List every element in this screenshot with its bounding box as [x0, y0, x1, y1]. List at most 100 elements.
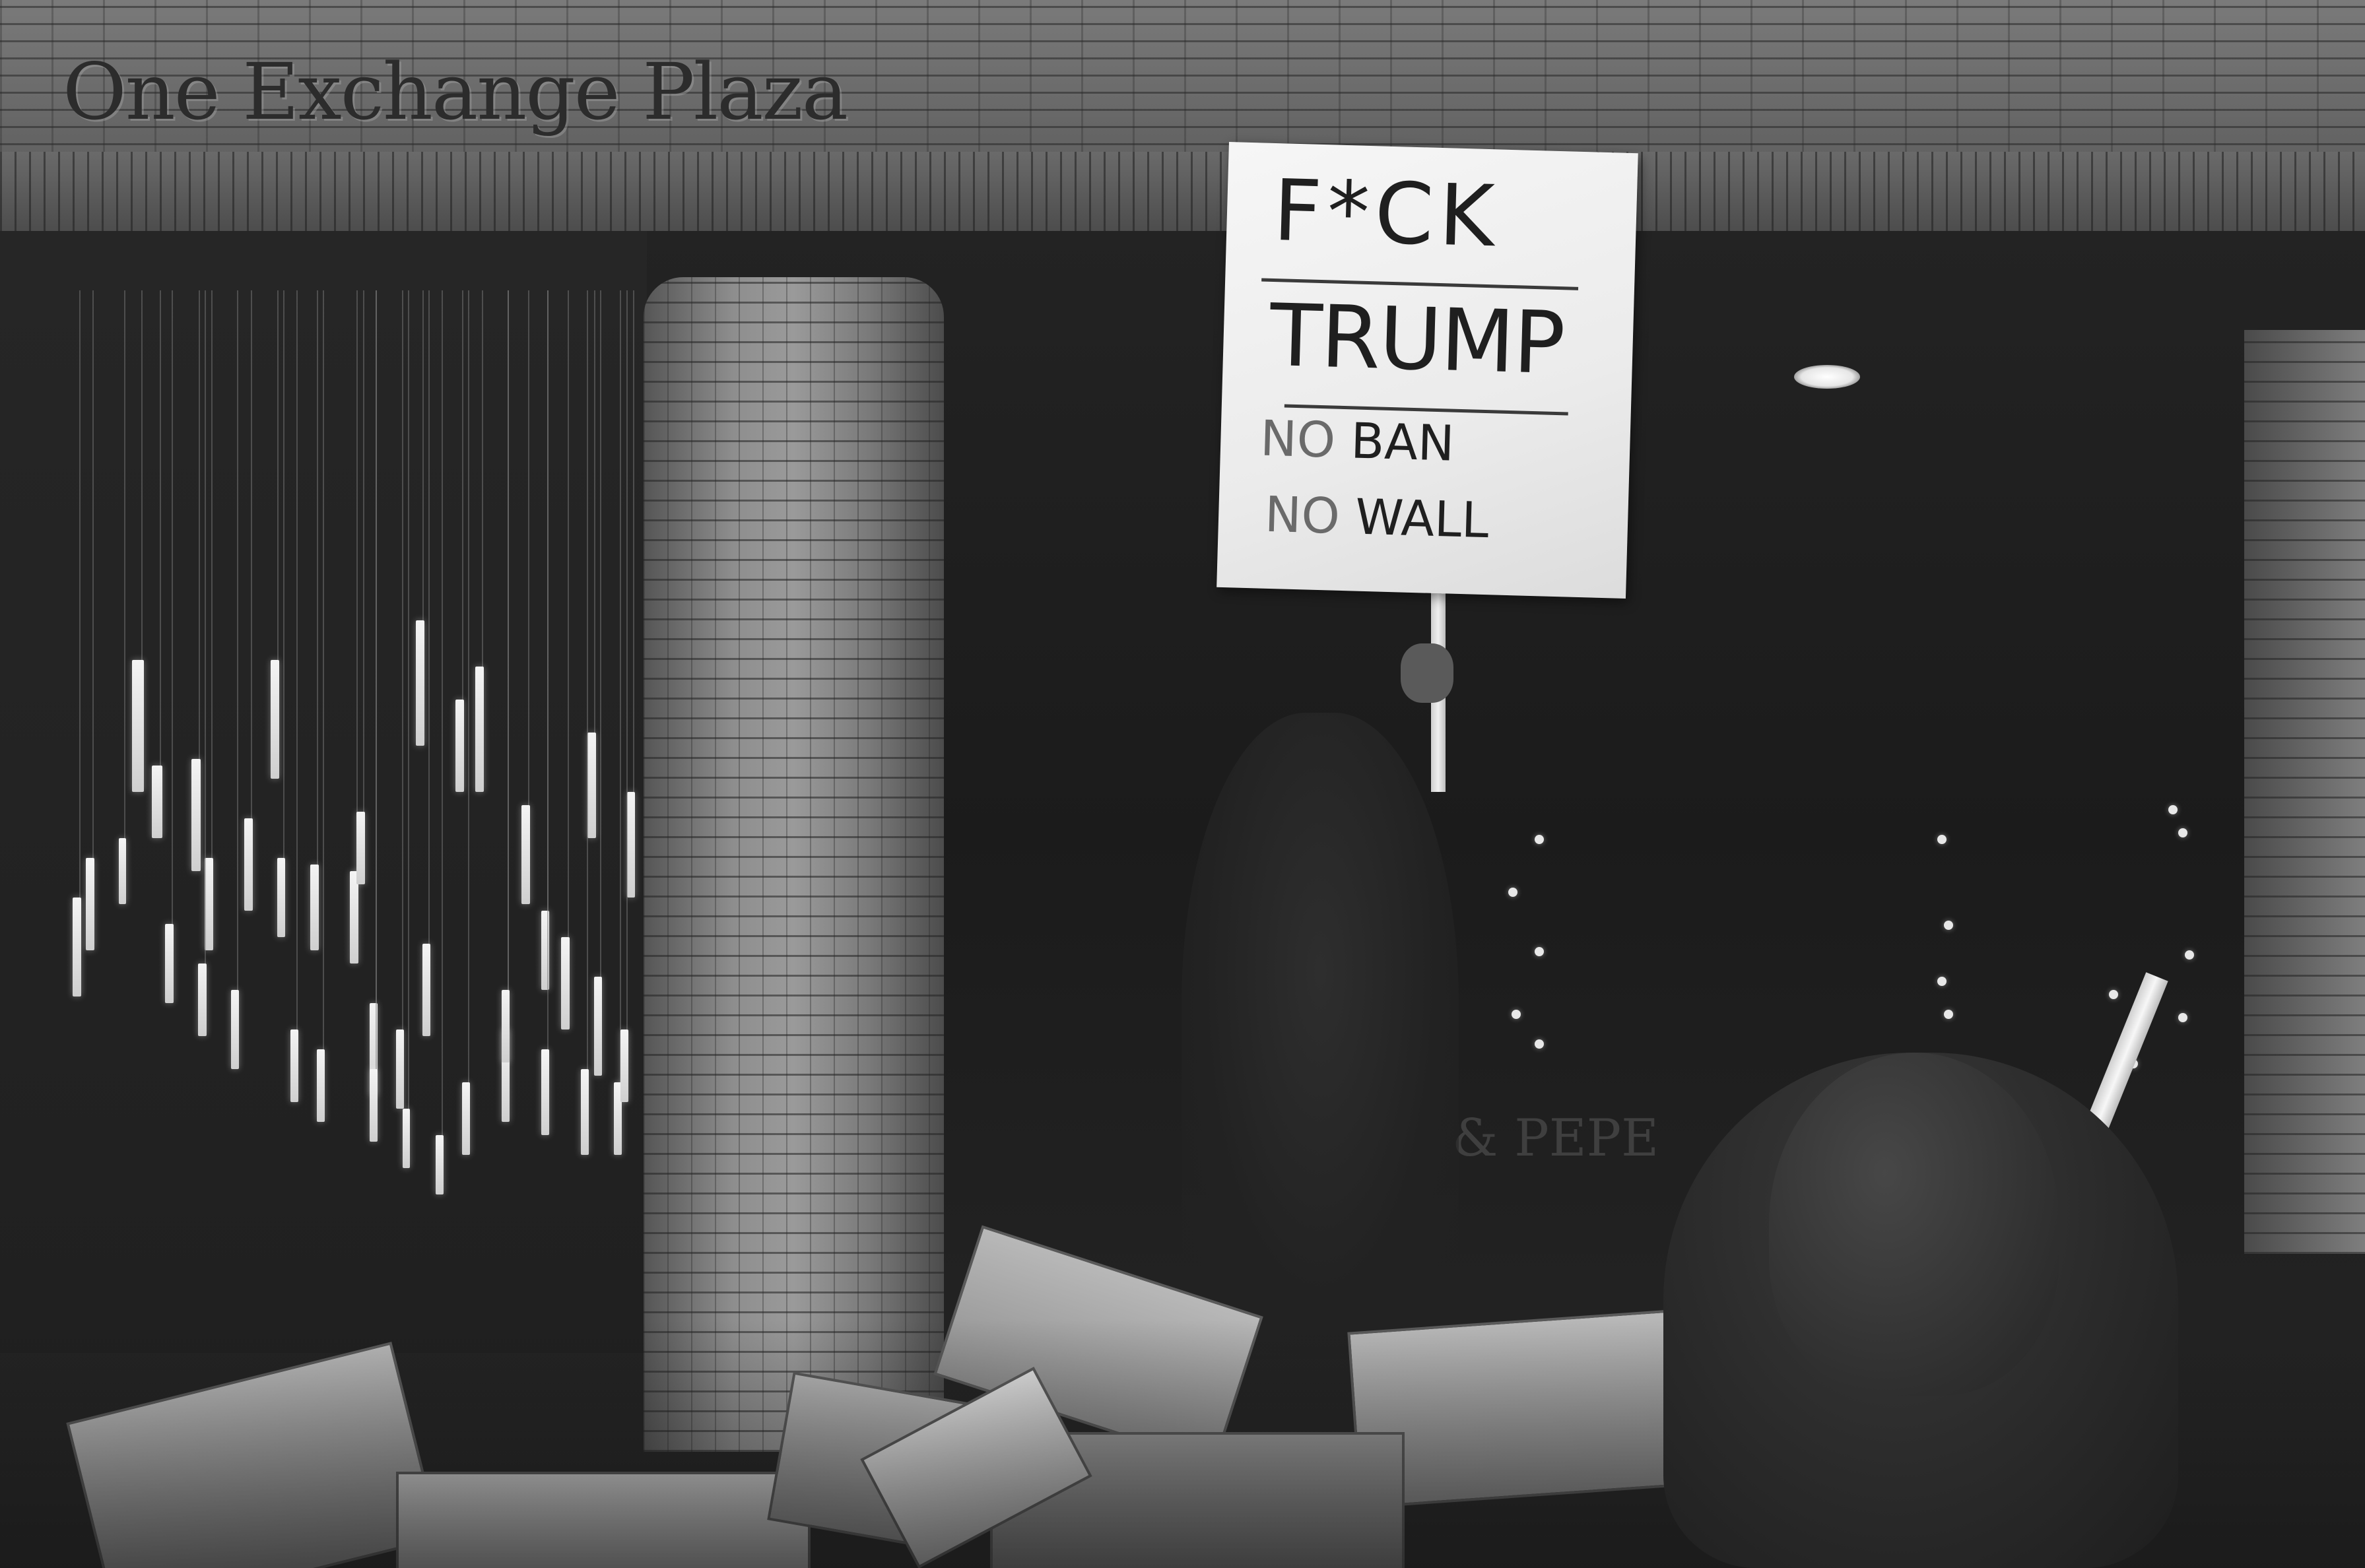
- pendant-wire: [317, 290, 318, 865]
- pendant-wire: [363, 290, 364, 812]
- pendant-wire: [402, 290, 403, 1029]
- sign-word: BAN: [1350, 412, 1455, 473]
- pendant-wire: [568, 290, 569, 937]
- pendant-light: [119, 838, 126, 904]
- pendant-wire: [547, 290, 549, 1049]
- protester-silhouette: [1182, 713, 1459, 1359]
- pendant-wire: [172, 290, 173, 924]
- pendant-wire: [92, 290, 94, 858]
- sign-line-4: NO WALL: [1264, 486, 1490, 549]
- pendant-wire: [296, 290, 298, 1029]
- pendant-light: [416, 620, 425, 746]
- sign-line-3: NO BAN: [1259, 410, 1455, 473]
- reflected-light-dot: [1508, 888, 1517, 897]
- pendant-wire: [422, 290, 424, 620]
- reflected-light-dot: [1944, 1010, 1953, 1019]
- pendant-wire: [633, 290, 634, 792]
- reflected-light-dot: [1944, 921, 1953, 930]
- sign-line-1: F*CK: [1272, 161, 1501, 267]
- pendant-wire: [79, 290, 81, 898]
- pendant-wire: [323, 290, 324, 1049]
- pendant-wire: [626, 290, 628, 1029]
- sign-line-2: TRUMP: [1268, 284, 1566, 394]
- pendant-light: [198, 964, 207, 1036]
- window-lettering: & PEPE: [1452, 1109, 1659, 1168]
- pendant-wire: [620, 290, 621, 1082]
- reflected-light-dot: [1535, 1039, 1544, 1049]
- pendant-light: [132, 660, 144, 792]
- pendant-light: [462, 1082, 470, 1155]
- reflected-light-dot: [1535, 835, 1544, 844]
- pendant-light: [403, 1109, 410, 1168]
- pendant-wire: [205, 290, 206, 964]
- sign-faint-word: NO: [1264, 486, 1341, 545]
- pendant-light: [627, 792, 635, 898]
- pendant-wire: [442, 290, 443, 1135]
- reflected-light-dot: [1937, 835, 1947, 844]
- pendant-wire: [428, 290, 430, 944]
- facade-band: [0, 152, 2365, 231]
- reflected-light-dot: [2185, 950, 2194, 960]
- pendant-light: [191, 759, 201, 871]
- pendant-wire: [600, 290, 601, 977]
- ceiling-light: [1794, 365, 1860, 389]
- protest-sign: F*CK TRUMP NO BAN NO WALL: [1216, 142, 1638, 599]
- pendant-light: [370, 1069, 378, 1142]
- pendant-light: [290, 1029, 298, 1102]
- pendant-light: [455, 700, 465, 792]
- pendant-light: [310, 865, 319, 950]
- pendant-wire: [160, 290, 161, 766]
- pendant-light: [620, 1029, 628, 1102]
- pendant-light: [317, 1049, 325, 1122]
- pendant-light: [502, 990, 510, 1062]
- reflected-light-dot: [2168, 805, 2178, 814]
- pendant-light: [86, 858, 95, 950]
- reflected-light-dot: [1937, 977, 1947, 986]
- protest-photo: One Exchange Plaza & PEPE F*CK TRUMP NO …: [0, 0, 2365, 1568]
- pendant-light: [581, 1069, 589, 1155]
- right-brick-pillar: [2244, 330, 2365, 1254]
- pendant-light: [165, 924, 174, 1003]
- sign-word: WALL: [1354, 488, 1490, 550]
- pendant-light: [152, 766, 162, 838]
- pendant-light: [521, 805, 531, 904]
- pendant-light: [436, 1135, 444, 1194]
- sign-faint-word: NO: [1259, 410, 1337, 469]
- pendant-wire: [211, 290, 213, 858]
- pendant-wire: [594, 290, 595, 733]
- reflected-light-dot: [1512, 1010, 1521, 1019]
- building-name-sign: One Exchange Plaza: [63, 46, 848, 137]
- pendant-light: [73, 898, 82, 996]
- pendant-light: [594, 977, 602, 1076]
- pendant-light: [561, 937, 570, 1029]
- reflected-light-dot: [2178, 828, 2187, 837]
- hood: [1769, 1053, 2059, 1396]
- pendant-wire: [408, 290, 409, 1109]
- pendant-wire: [587, 290, 588, 1069]
- pendant-light: [271, 660, 280, 779]
- pendant-light: [422, 944, 430, 1036]
- pendant-light: [277, 858, 285, 937]
- pendant-wire: [199, 290, 200, 759]
- pendant-light: [350, 871, 359, 964]
- pendant-wire: [482, 290, 483, 667]
- reflected-light-dot: [2178, 1013, 2187, 1022]
- pendant-wire: [283, 290, 284, 858]
- pendant-wire: [124, 290, 125, 838]
- pendant-wire: [508, 290, 509, 990]
- pendant-light: [244, 818, 253, 911]
- pendant-light: [231, 990, 239, 1069]
- reflected-light-dot: [2109, 990, 2118, 999]
- pendant-wire: [237, 290, 238, 990]
- pendant-light: [396, 1029, 404, 1109]
- pendant-wire: [528, 290, 529, 805]
- pendant-light: [587, 733, 597, 838]
- pendant-wire: [356, 290, 358, 871]
- pendant-light: [541, 1049, 549, 1135]
- pendant-wire: [462, 290, 463, 700]
- pendant-wire: [141, 290, 143, 660]
- reflected-light-dot: [1535, 947, 1544, 956]
- pendant-wire: [251, 290, 252, 818]
- pendant-light: [356, 812, 366, 884]
- pendant-wire: [468, 290, 469, 1082]
